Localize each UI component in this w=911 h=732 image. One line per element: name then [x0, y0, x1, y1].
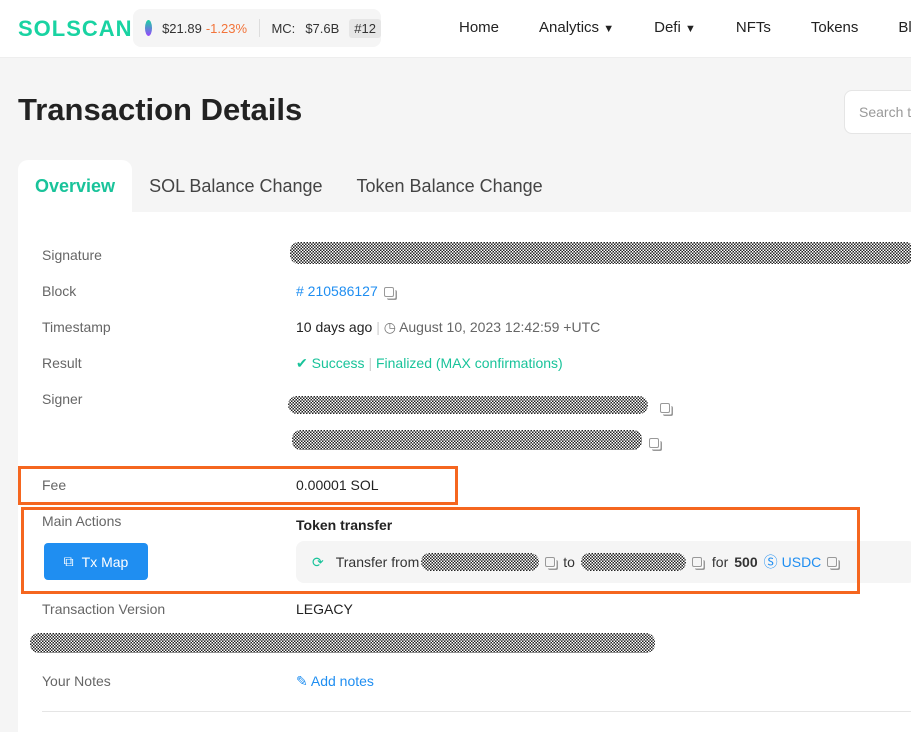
version-label: Transaction Version [42, 601, 165, 617]
signer-label: Signer [42, 391, 82, 407]
highlight-box-main-actions [21, 507, 860, 594]
redacted-row [30, 633, 655, 653]
mc-value: $7.6B [305, 21, 339, 36]
block-link[interactable]: # 210586127 [296, 283, 378, 299]
search-input[interactable]: Search t [844, 90, 911, 134]
sol-price: $21.89 [162, 21, 202, 36]
result-status: Success [312, 355, 365, 371]
block-value: # 210586127 [296, 283, 394, 299]
tab-sol-balance-change[interactable]: SOL Balance Change [132, 160, 339, 213]
rank-badge: #12 [349, 19, 381, 38]
solscan-logo[interactable]: SOLSCAN [18, 16, 133, 42]
tab-overview[interactable]: Overview [18, 160, 132, 213]
redacted-signer-1 [288, 396, 648, 414]
main-nav: Home Analytics ▼ Defi ▼ NFTs Tokens Blo [459, 19, 911, 36]
timestamp-label: Timestamp [42, 319, 111, 335]
nav-defi[interactable]: Defi ▼ [654, 19, 696, 36]
check-circle-icon: ✔ [296, 355, 308, 371]
add-notes-label: Add notes [311, 673, 374, 689]
redacted-signature [290, 242, 911, 264]
nav-home[interactable]: Home [459, 19, 499, 36]
mc-label: MC: [271, 21, 295, 36]
sol-price-widget: $21.89 -1.23% MC: $7.6B #12 [133, 9, 381, 47]
nav-nfts[interactable]: NFTs [736, 19, 771, 36]
price-change: -1.23% [206, 21, 247, 36]
pencil-icon: ✎ [296, 673, 308, 689]
highlight-box-fee [18, 466, 458, 505]
tabs: Overview SOL Balance Change Token Balanc… [18, 160, 560, 213]
result-label: Result [42, 355, 82, 371]
copy-icon[interactable] [660, 403, 670, 413]
page-title: Transaction Details [18, 92, 302, 128]
version-value: LEGACY [296, 601, 353, 617]
caret-down-icon: ▼ [685, 23, 696, 35]
tab-token-balance-change[interactable]: Token Balance Change [340, 160, 560, 213]
signature-label: Signature [42, 247, 102, 263]
nav-tokens[interactable]: Tokens [811, 19, 859, 36]
redacted-signer-2 [292, 430, 642, 450]
add-notes-link[interactable]: ✎ Add notes [296, 673, 374, 690]
confirmation-status: Finalized (MAX confirmations) [376, 355, 563, 371]
copy-icon[interactable] [384, 287, 394, 297]
result-value: ✔ Success | Finalized (MAX confirmations… [296, 355, 563, 372]
timestamp-value: 10 days ago | ◷ August 10, 2023 12:42:59… [296, 319, 600, 336]
nav-analytics[interactable]: Analytics ▼ [539, 19, 614, 36]
header: SOLSCAN $21.89 -1.23% MC: $7.6B #12 Home… [0, 0, 911, 58]
block-label: Block [42, 283, 76, 299]
copy-icon[interactable] [649, 438, 659, 448]
notes-label: Your Notes [42, 673, 111, 689]
nav-blocks[interactable]: Blo [898, 19, 911, 36]
timestamp-relative: 10 days ago [296, 319, 372, 335]
divider [42, 711, 911, 712]
timestamp-absolute: August 10, 2023 12:42:59 +UTC [399, 319, 600, 335]
clock-icon: ◷ [384, 319, 396, 335]
caret-down-icon: ▼ [603, 23, 614, 35]
solana-icon [145, 20, 152, 36]
